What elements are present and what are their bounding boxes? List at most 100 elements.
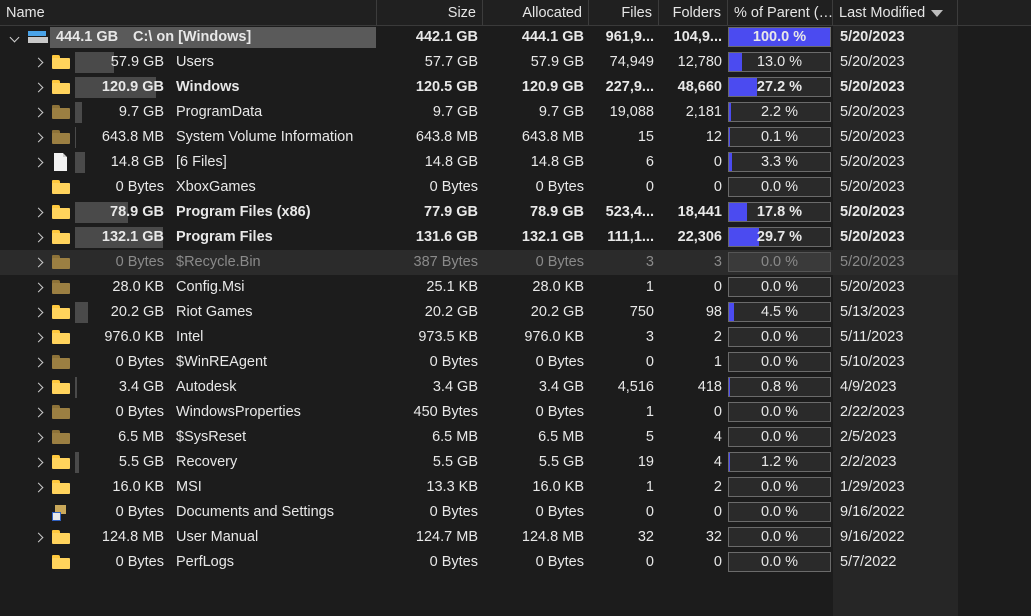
files-count: 750 xyxy=(629,304,654,320)
column-header-name[interactable]: Name xyxy=(0,0,377,25)
size-total: 5.5 GB xyxy=(118,454,164,470)
table-row[interactable]: 0 Bytes WindowsProperties 450 Bytes 0 Bytes… xyxy=(0,400,958,425)
item-name: Program Files xyxy=(176,229,273,245)
expand-chevron-icon[interactable] xyxy=(31,275,45,300)
last-modified-date: 4/9/2023 xyxy=(840,379,897,395)
column-header-last-modified[interactable]: Last Modified xyxy=(833,0,958,25)
percent-of-parent-bar: 27.2 % xyxy=(728,77,831,97)
column-header-folders[interactable]: Folders xyxy=(659,0,728,25)
percent-of-parent-bar: 29.7 % xyxy=(728,227,831,247)
item-name: PerfLogs xyxy=(176,554,235,570)
percent-label: 0.0 % xyxy=(760,429,799,445)
last-modified-date: 5/20/2023 xyxy=(840,229,905,245)
folder-dim-icon xyxy=(52,130,70,144)
folder-icon xyxy=(52,555,70,569)
expand-chevron-icon[interactable] xyxy=(31,100,45,125)
item-name: Autodesk xyxy=(176,379,237,395)
percent-label: 3.3 % xyxy=(760,154,799,170)
table-row[interactable]: 120.9 GB Windows 120.5 GB 120.9 GB 227,9... 4… xyxy=(0,75,958,100)
allocated-value: 120.9 GB xyxy=(521,79,584,95)
expand-chevron-icon[interactable] xyxy=(31,400,45,425)
column-header-size[interactable]: Size xyxy=(377,0,483,25)
expand-chevron-icon[interactable] xyxy=(31,125,45,150)
percent-of-parent-bar: 1.2 % xyxy=(728,452,831,472)
table-row[interactable]: 0 Bytes Documents and Settings 0 Bytes 0 By… xyxy=(0,500,958,525)
expand-chevron-icon[interactable] xyxy=(31,525,45,550)
files-count: 19,088 xyxy=(609,104,654,120)
folders-count: 2 xyxy=(713,479,722,495)
expand-chevron-icon[interactable] xyxy=(31,350,45,375)
folders-count: 0 xyxy=(713,154,722,170)
files-count: 74,949 xyxy=(609,54,654,70)
column-header-allocated[interactable]: Allocated xyxy=(483,0,589,25)
table-row[interactable]: 16.0 KB MSI 13.3 KB 16.0 KB 1 2 0.0 % 1/29/2023 xyxy=(0,475,958,500)
table-row[interactable]: 124.8 MB User Manual 124.7 MB 124.8 MB 32 32 0… xyxy=(0,525,958,550)
table-row[interactable]: 57.9 GB Users 57.7 GB 57.9 GB 74,949 12,780 13… xyxy=(0,50,958,75)
expand-chevron-icon[interactable] xyxy=(31,300,45,325)
size-total: 28.0 KB xyxy=(112,279,164,295)
table-row[interactable]: 0 Bytes $Recycle.Bin 387 Bytes 0 Bytes 3 3 0.0… xyxy=(0,250,958,275)
expand-chevron-icon[interactable] xyxy=(31,200,45,225)
expand-chevron-icon[interactable] xyxy=(31,75,45,100)
collapse-chevron-icon[interactable] xyxy=(7,25,21,50)
percent-label: 27.2 % xyxy=(756,79,803,95)
folders-count: 1 xyxy=(713,354,722,370)
allocated-value: 0 Bytes xyxy=(535,404,584,420)
table-row[interactable]: 14.8 GB [6 Files] 14.8 GB 14.8 GB 6 0 3.3 % 5/2… xyxy=(0,150,958,175)
table-row[interactable]: 976.0 KB Intel 973.5 KB 976.0 KB 3 2 0.0 % 5/11… xyxy=(0,325,958,350)
last-modified-date: 5/20/2023 xyxy=(840,54,905,70)
last-modified-date: 5/13/2023 xyxy=(840,304,905,320)
table-row[interactable]: 132.1 GB Program Files 131.6 GB 132.1 GB 111… xyxy=(0,225,958,250)
expand-chevron-icon[interactable] xyxy=(31,250,45,275)
expand-chevron-icon[interactable] xyxy=(31,150,45,175)
table-row[interactable]: 3.4 GB Autodesk 3.4 GB 3.4 GB 4,516 418 0.8 % 4… xyxy=(0,375,958,400)
item-name: Documents and Settings xyxy=(176,504,334,520)
table-row[interactable]: 643.8 MB System Volume Information 643.8 M… xyxy=(0,125,958,150)
expand-chevron-icon[interactable] xyxy=(31,475,45,500)
files-count: 5 xyxy=(645,429,654,445)
percent-label: 0.8 % xyxy=(760,379,799,395)
percent-of-parent-bar: 0.1 % xyxy=(728,127,831,147)
table-row[interactable]: 5.5 GB Recovery 5.5 GB 5.5 GB 19 4 1.2 % 2/2/20… xyxy=(0,450,958,475)
table-row[interactable]: 9.7 GB ProgramData 9.7 GB 9.7 GB 19,088 2,181… xyxy=(0,100,958,125)
folders-count: 2,181 xyxy=(685,104,722,120)
expand-chevron-icon[interactable] xyxy=(31,225,45,250)
files-count: 523,4... xyxy=(605,204,654,220)
percent-of-parent-bar: 0.0 % xyxy=(728,252,831,272)
last-modified-date: 5/20/2023 xyxy=(840,104,905,120)
percent-label: 0.0 % xyxy=(760,479,799,495)
last-modified-date: 5/20/2023 xyxy=(840,254,905,270)
percent-label: 2.2 % xyxy=(760,104,799,120)
files-count: 1 xyxy=(645,404,654,420)
last-modified-date: 2/22/2023 xyxy=(840,404,905,420)
size-value: 3.4 GB xyxy=(432,379,478,395)
expand-chevron-icon[interactable] xyxy=(31,325,45,350)
table-row[interactable]: 78.9 GB Program Files (x86) 77.9 GB 78.9 GB… xyxy=(0,200,958,225)
expand-chevron-icon[interactable] xyxy=(31,425,45,450)
column-header-percent-of-parent[interactable]: % of Parent (… xyxy=(728,0,833,25)
table-row[interactable]: 28.0 KB Config.Msi 25.1 KB 28.0 KB 1 0 0.0 % 5/… xyxy=(0,275,958,300)
folders-count: 12 xyxy=(705,129,722,145)
expand-chevron-icon[interactable] xyxy=(31,450,45,475)
table-row[interactable]: 6.5 MB $SysReset 6.5 MB 6.5 MB 5 4 0.0 % 2/5/20… xyxy=(0,425,958,450)
folders-count: 18,441 xyxy=(677,204,722,220)
expand-chevron-icon[interactable] xyxy=(31,375,45,400)
folder-icon xyxy=(52,230,70,244)
item-name: Riot Games xyxy=(176,304,253,320)
table-row[interactable]: 0 Bytes PerfLogs 0 Bytes 0 Bytes 0 0 0.0 % 5/7/… xyxy=(0,550,958,575)
expand-chevron-icon[interactable] xyxy=(31,50,45,75)
folders-count: 104,9... xyxy=(673,29,722,45)
folder-dim-icon xyxy=(52,280,70,294)
size-total: 16.0 KB xyxy=(112,479,164,495)
percent-of-parent-bar: 0.8 % xyxy=(728,377,831,397)
percent-of-parent-bar: 0.0 % xyxy=(728,327,831,347)
allocated-value: 57.9 GB xyxy=(530,54,584,70)
folders-count: 0 xyxy=(713,404,722,420)
last-modified-date: 5/10/2023 xyxy=(840,354,905,370)
item-name: $SysReset xyxy=(176,429,247,445)
table-row[interactable]: 0 Bytes XboxGames 0 Bytes 0 Bytes 0 0 0.0 % 5/2… xyxy=(0,175,958,200)
table-row[interactable]: 444.1 GB C:\ on [Windows] 442.1 GB 444.1 GB… xyxy=(0,25,958,50)
table-row[interactable]: 0 Bytes $WinREAgent 0 Bytes 0 Bytes 0 1 0.0 % 5… xyxy=(0,350,958,375)
table-row[interactable]: 20.2 GB Riot Games 20.2 GB 20.2 GB 750 98 4.5 … xyxy=(0,300,958,325)
column-header-files[interactable]: Files xyxy=(589,0,659,25)
